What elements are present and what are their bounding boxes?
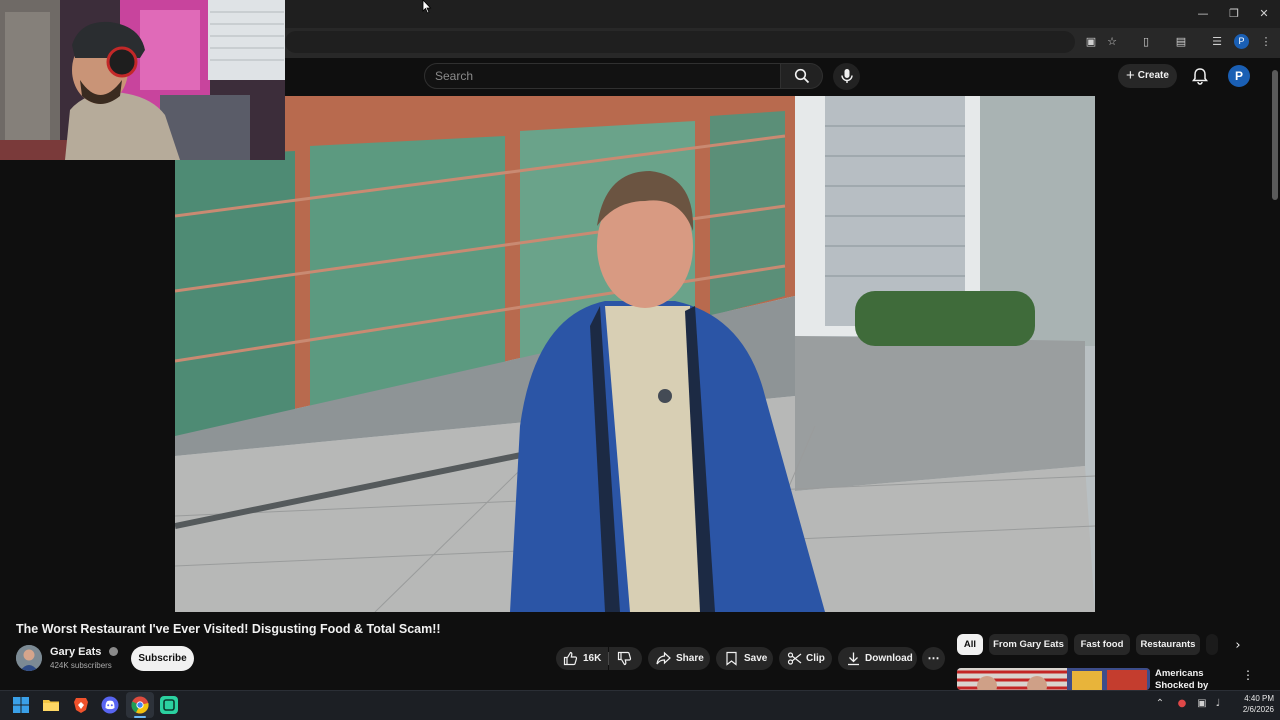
active-app-indicator [134, 716, 146, 718]
windows-logo [13, 697, 29, 713]
search-icon [794, 68, 810, 84]
browser-menu-icon[interactable]: ⋮ [1257, 34, 1275, 50]
cast-icon[interactable]: ▣ [1082, 34, 1100, 50]
create-label: Create [1137, 70, 1169, 81]
recommended-thumbnail[interactable] [957, 668, 1150, 690]
taskbar [0, 690, 1280, 720]
like-button[interactable]: 16K [556, 647, 608, 670]
video-player[interactable] [175, 96, 1095, 612]
thumbs-down-icon [617, 651, 632, 666]
recommended-thumbnail-image [957, 668, 1150, 690]
clock-date: 2/6/2026 [1242, 705, 1274, 714]
discord-logo [101, 696, 119, 714]
channel-avatar[interactable] [16, 645, 42, 671]
clip-label: Clip [806, 653, 825, 664]
address-bar[interactable] [285, 31, 1075, 53]
folder-logo [43, 700, 59, 711]
share-icon [656, 651, 671, 665]
clip-button[interactable]: Clip [779, 647, 832, 670]
volume-icon[interactable]: ♩ [1211, 697, 1225, 711]
chip-partial[interactable] [1206, 634, 1218, 655]
windows-start-icon[interactable] [12, 696, 30, 714]
chip-restaurants[interactable]: Restaurants [1136, 634, 1200, 655]
tray-chevron-up-icon[interactable]: ⌃ [1153, 697, 1167, 711]
chevron-right-icon[interactable]: › [1229, 637, 1247, 655]
search-input[interactable]: Search [424, 63, 781, 89]
chrome-logo [131, 696, 149, 714]
account-avatar[interactable]: P [1228, 65, 1250, 87]
file-explorer-icon[interactable] [42, 696, 60, 714]
media-control-icon[interactable]: ☰ [1208, 34, 1226, 50]
close-icon[interactable]: ✕ [1256, 6, 1272, 22]
subscriber-count: 424K subscribers [50, 661, 112, 670]
download-button[interactable]: Download [838, 647, 917, 670]
microphone-icon [841, 69, 853, 83]
chip-all[interactable]: All [957, 634, 983, 655]
dislike-button[interactable] [609, 647, 642, 670]
minimize-icon[interactable]: — [1195, 6, 1211, 22]
clock-time: 4:40 PM [1244, 694, 1274, 703]
extensions-icon[interactable]: ▯ [1137, 34, 1155, 50]
bookmark-icon [726, 651, 737, 666]
channel-avatar-image [16, 645, 42, 671]
like-count: 16K [583, 653, 602, 664]
verified-icon [109, 647, 119, 656]
bookmark-star-icon[interactable]: ☆ [1103, 34, 1121, 50]
discord-icon[interactable] [101, 696, 119, 714]
tab-search-icon[interactable]: ▤ [1172, 34, 1190, 50]
webcam-feed [0, 0, 285, 160]
display-tray-icon[interactable]: ▣ [1195, 697, 1209, 711]
recommended-title[interactable]: Americans Shocked by [1155, 668, 1225, 690]
restore-icon[interactable]: ❐ [1226, 6, 1242, 22]
chip-fast-food[interactable]: Fast food [1074, 634, 1130, 655]
chip-from-gary-eats[interactable]: From Gary Eats [989, 634, 1068, 655]
green-app-icon[interactable] [160, 696, 178, 714]
more-actions-button[interactable]: ⋯ [922, 647, 945, 670]
plus-icon: + [1126, 67, 1135, 84]
channel-name[interactable]: Gary Eats [50, 646, 119, 658]
chrome-icon[interactable] [131, 696, 149, 714]
share-button[interactable]: Share [648, 647, 710, 670]
webcam-overlay [0, 0, 285, 160]
brave-logo [74, 698, 88, 713]
save-button[interactable]: Save [716, 647, 773, 670]
thumbs-up-icon [563, 651, 578, 666]
channel-name-text: Gary Eats [50, 646, 102, 658]
search-button[interactable] [781, 63, 823, 89]
system-clock[interactable]: 4:40 PM 2/6/2026 [1228, 693, 1274, 715]
more-horizontal-icon: ⋯ [927, 651, 940, 665]
browser-profile-avatar[interactable]: P [1234, 34, 1249, 49]
bell-icon [1192, 68, 1208, 85]
mouse-cursor-icon [422, 0, 432, 14]
green-app-logo [163, 699, 175, 711]
share-label: Share [676, 653, 704, 664]
download-label: Download [865, 653, 913, 664]
microphone-tray-icon[interactable]: ● [1175, 697, 1189, 711]
video-frame [175, 96, 1095, 612]
video-title: The Worst Restaurant I've Ever Visited! … [16, 622, 441, 636]
subscribe-button[interactable]: Subscribe [131, 646, 194, 671]
scissors-icon [787, 652, 802, 665]
notifications-button[interactable] [1190, 66, 1210, 86]
create-button[interactable]: + Create [1118, 64, 1177, 88]
download-icon [848, 652, 859, 666]
page-scrollbar-thumb[interactable] [1272, 70, 1278, 200]
voice-search-button[interactable] [833, 63, 860, 90]
brave-icon[interactable] [72, 696, 90, 714]
more-vertical-icon[interactable]: ⋮ [1242, 668, 1254, 684]
save-label: Save [744, 653, 768, 664]
